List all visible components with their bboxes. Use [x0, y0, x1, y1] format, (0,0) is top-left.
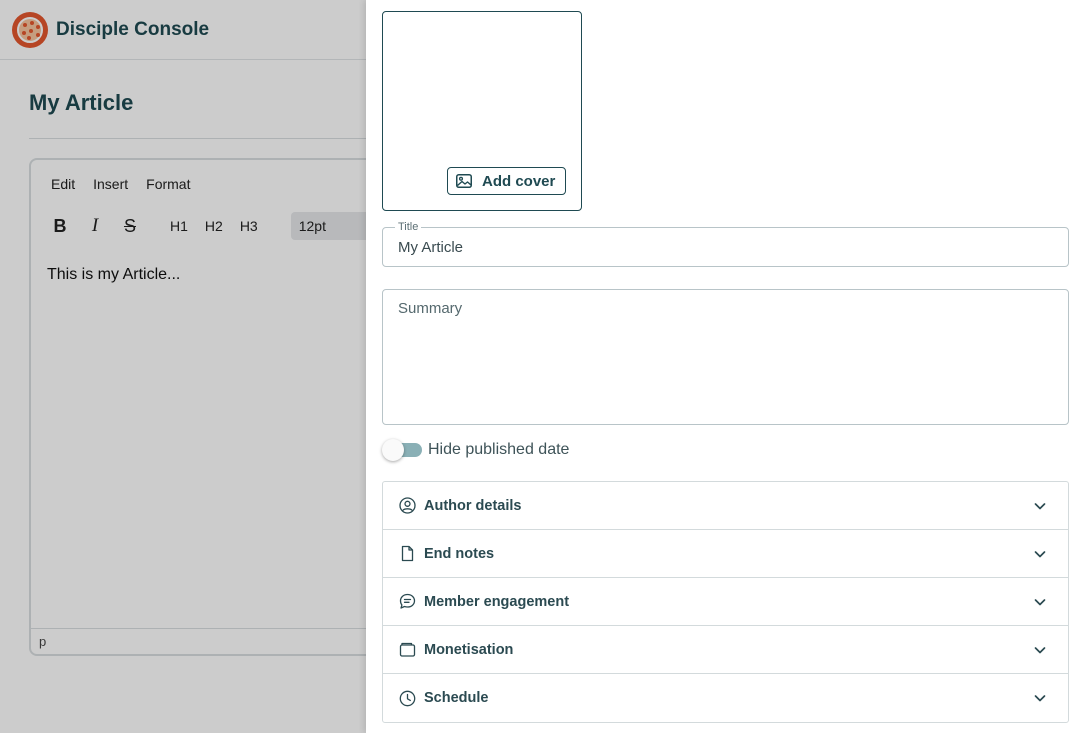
accordion-label: Monetisation	[424, 641, 514, 658]
accordion-end-notes[interactable]: End notes	[383, 530, 1068, 578]
document-icon	[399, 545, 416, 562]
wallet-icon	[399, 641, 416, 658]
image-icon	[456, 174, 472, 188]
cover-image-placeholder[interactable]: Add cover	[382, 11, 582, 211]
accordion-schedule[interactable]: Schedule	[383, 674, 1068, 722]
toggle-knob[interactable]	[382, 439, 404, 461]
add-cover-button[interactable]: Add cover	[447, 167, 566, 195]
hide-published-date-row: Hide published date	[382, 439, 570, 461]
chevron-down-icon	[1034, 695, 1046, 702]
title-label: Title	[395, 221, 422, 233]
add-cover-label: Add cover	[482, 172, 556, 190]
accordion-label: Member engagement	[424, 593, 570, 610]
hide-published-date-label: Hide published date	[428, 441, 570, 458]
chevron-down-icon	[1034, 551, 1046, 558]
summary-field	[382, 289, 1069, 425]
accordion-label: Schedule	[424, 690, 489, 706]
chevron-down-icon	[1034, 503, 1046, 510]
accordion-monetisation[interactable]: Monetisation	[383, 626, 1068, 674]
article-settings-panel: Add cover Title Hide published date Auth…	[366, 0, 1079, 733]
settings-accordion: Author details End notes Member engageme…	[382, 481, 1069, 723]
summary-input[interactable]	[398, 300, 1048, 410]
accordion-author-details[interactable]: Author details	[383, 482, 1068, 530]
chevron-down-icon	[1034, 599, 1046, 606]
chat-bubble-icon	[399, 593, 416, 610]
hide-published-date-toggle[interactable]	[382, 439, 422, 461]
chevron-down-icon	[1034, 647, 1046, 654]
title-input[interactable]	[398, 239, 1038, 256]
clock-icon	[399, 690, 416, 707]
accordion-member-engagement[interactable]: Member engagement	[383, 578, 1068, 626]
user-circle-icon	[399, 497, 416, 514]
accordion-label: End notes	[424, 545, 495, 562]
title-field: Title	[382, 221, 1069, 267]
accordion-label: Author details	[424, 497, 522, 514]
